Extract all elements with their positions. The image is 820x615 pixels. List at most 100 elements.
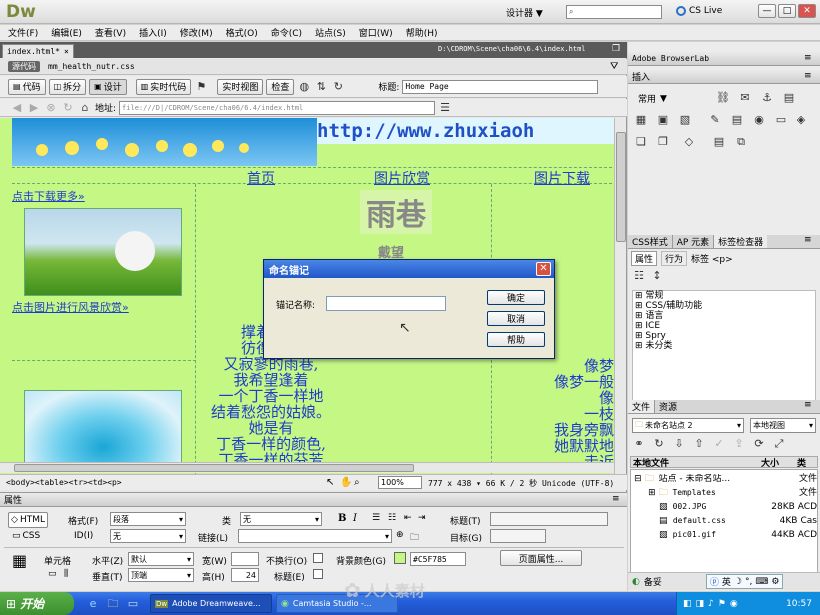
table-icon[interactable]: ▦ (634, 112, 648, 126)
tag-chooser-icon[interactable]: ◇ (682, 134, 696, 148)
refresh-icon[interactable]: ↻ (652, 436, 666, 450)
file-row[interactable]: ⊞ 🗀 Templates 文件 (631, 486, 817, 500)
checkin-icon[interactable]: ⇪ (732, 436, 746, 450)
tag-selector[interactable]: <body><table><tr><td><p> (6, 478, 122, 487)
workspace-switcher[interactable]: 设计器 ▼ (506, 6, 543, 19)
hand-tool-icon[interactable]: ✋ (340, 477, 352, 488)
alpha-view-icon[interactable]: ↕ (650, 268, 664, 282)
file-row[interactable]: ▤ default.css 4KB Cas (631, 514, 817, 528)
scroll-thumb[interactable] (616, 132, 626, 242)
tray-icon[interactable]: ◧ (683, 599, 692, 609)
dialog-help-button[interactable]: 帮助 (487, 332, 545, 347)
col-type[interactable]: 类 (797, 456, 806, 469)
target-select[interactable] (490, 529, 546, 543)
tab-files[interactable]: 文件 (628, 400, 656, 413)
horizontal-rule-icon[interactable]: ▤ (782, 90, 796, 104)
class-select[interactable]: 无 ▾ (240, 512, 322, 526)
file-row[interactable]: ⊟ 🗀 站点 - 未命名站... 文件 (631, 472, 817, 486)
nav-download-link[interactable]: 图片下载 (534, 168, 590, 188)
category-item[interactable]: ⊞ CSS/辅助功能 (635, 301, 815, 311)
expand-icon[interactable]: ⊞ (635, 291, 645, 301)
live-code-button[interactable]: ▥ 实时代码 (135, 78, 192, 95)
outdent-icon[interactable]: ⇤ (404, 513, 412, 523)
home-icon[interactable]: ⌂ (78, 101, 92, 115)
download-more-link[interactable]: 点击下载更多» (12, 188, 85, 204)
browse-folder-icon[interactable]: 🗀 (410, 530, 419, 546)
zoom-tool-icon[interactable]: ⌕ (354, 477, 360, 488)
cslive-button[interactable]: CS Live (676, 6, 722, 16)
zoom-select[interactable]: 100% (378, 476, 422, 489)
help-search-input[interactable]: ⌕ (566, 5, 662, 19)
header-checkbox[interactable] (313, 569, 323, 579)
menu-window[interactable]: 窗口(W) (359, 26, 393, 39)
expand-icon[interactable]: ⊞ (635, 331, 645, 341)
sync-icon[interactable]: ⟳ (752, 436, 766, 450)
menu-site[interactable]: 站点(S) (315, 26, 346, 39)
menu-insert[interactable]: 插入(I) (139, 26, 167, 39)
halign-select[interactable]: 默认 ▾ (128, 552, 194, 566)
category-item[interactable]: ⊞ ICE (635, 321, 815, 331)
menu-modify[interactable]: 修改(M) (180, 26, 213, 39)
format-select[interactable]: 段落 ▾ (110, 512, 186, 526)
view-select[interactable]: 本地视图 ▾ (750, 418, 816, 433)
stop-icon[interactable]: ⊗ (44, 101, 58, 115)
bgcolor-input[interactable]: #C5F785 (410, 552, 466, 566)
get-files-icon[interactable]: ⇩ (672, 436, 686, 450)
panel-menu-icon[interactable]: ≡ (612, 494, 620, 504)
indent-icon[interactable]: ⇥ (418, 513, 426, 523)
css-file-tab[interactable]: mm_health_nutr.css (48, 62, 135, 71)
menu-edit[interactable]: 编辑(E) (51, 26, 82, 39)
ie-icon[interactable]: e (86, 596, 100, 610)
address-input[interactable]: file:///D|/CDROM/Scene/cha06/6.4/index.h… (119, 100, 436, 115)
merge-cells-icon[interactable]: ▭ (48, 569, 57, 579)
named-anchor-icon[interactable]: ⚓ (760, 90, 774, 104)
panel-menu-icon[interactable]: ≡ (804, 400, 812, 410)
category-item[interactable]: ⊞ 未分类 (635, 341, 815, 351)
menu-help[interactable]: 帮助(H) (406, 26, 438, 39)
italic-button[interactable]: I (353, 513, 357, 524)
expand-icon[interactable]: ⊞ (635, 301, 645, 311)
forward-icon[interactable]: ▶ (27, 101, 41, 115)
select-tool-icon[interactable]: ↖ (326, 477, 334, 488)
globe-icon[interactable]: ◍ (297, 80, 311, 94)
category-item[interactable]: ⊞ 语言 (635, 311, 815, 321)
tab-behaviors[interactable]: 行为 (661, 251, 688, 266)
ordered-list-icon[interactable]: ☷ (388, 513, 396, 523)
tab-css-styles[interactable]: CSS样式 (628, 235, 673, 248)
close-button[interactable]: ✕ (798, 4, 816, 18)
restore-button[interactable]: □ (778, 4, 796, 18)
snippet-icon[interactable]: ⧉ (734, 134, 748, 148)
put-files-icon[interactable]: ⇧ (692, 436, 706, 450)
back-icon[interactable]: ◀ (10, 101, 24, 115)
server-include-icon[interactable]: ◉ (752, 112, 766, 126)
menu-commands[interactable]: 命令(C) (271, 26, 302, 39)
file-management-icon[interactable]: ⇅ (314, 80, 328, 94)
image-icon[interactable]: ▧ (678, 112, 692, 126)
nav-gallery-link[interactable]: 图片欣赏 (374, 168, 430, 188)
dialog-ok-button[interactable]: 确定 (487, 290, 545, 305)
expand-icon[interactable]: ⊞ (635, 311, 645, 321)
panel-menu-icon[interactable]: ≡ (804, 53, 812, 63)
file-row[interactable]: ▧ pic01.gif 44KB ACD (631, 528, 817, 542)
width-input[interactable] (231, 552, 259, 566)
live-view-button[interactable]: 实时视图 (217, 78, 264, 95)
bgcolor-swatch[interactable] (394, 552, 406, 564)
hyperlink-icon[interactable]: ⛓ (716, 90, 730, 104)
menu-file[interactable]: 文件(F) (8, 26, 38, 39)
inspect-button[interactable]: 检查 (266, 78, 295, 95)
category-view-icon[interactable]: ☷ (632, 268, 646, 282)
tab-assets[interactable]: 资源 (655, 400, 681, 413)
comment-icon[interactable]: ▭ (774, 112, 788, 126)
dialog-close-icon[interactable]: ✕ (536, 262, 551, 276)
reload-icon[interactable]: ↻ (61, 101, 75, 115)
link-input[interactable]: ▾ (238, 529, 392, 543)
tab-index-html[interactable]: index.html* × (2, 44, 74, 58)
media-icon[interactable]: ✎ (708, 112, 722, 126)
expand-icon[interactable]: ⊞ (635, 321, 645, 331)
checkout-icon[interactable]: ✓ (712, 436, 726, 450)
connect-icon[interactable]: ⚭ (632, 436, 646, 450)
point-to-file-icon[interactable]: ⊕ (396, 530, 404, 540)
panel-menu-icon[interactable]: ≡ (804, 235, 812, 245)
category-item[interactable]: ⊞ Spry (635, 331, 815, 341)
tab-attributes[interactable]: 属性 (631, 251, 658, 266)
